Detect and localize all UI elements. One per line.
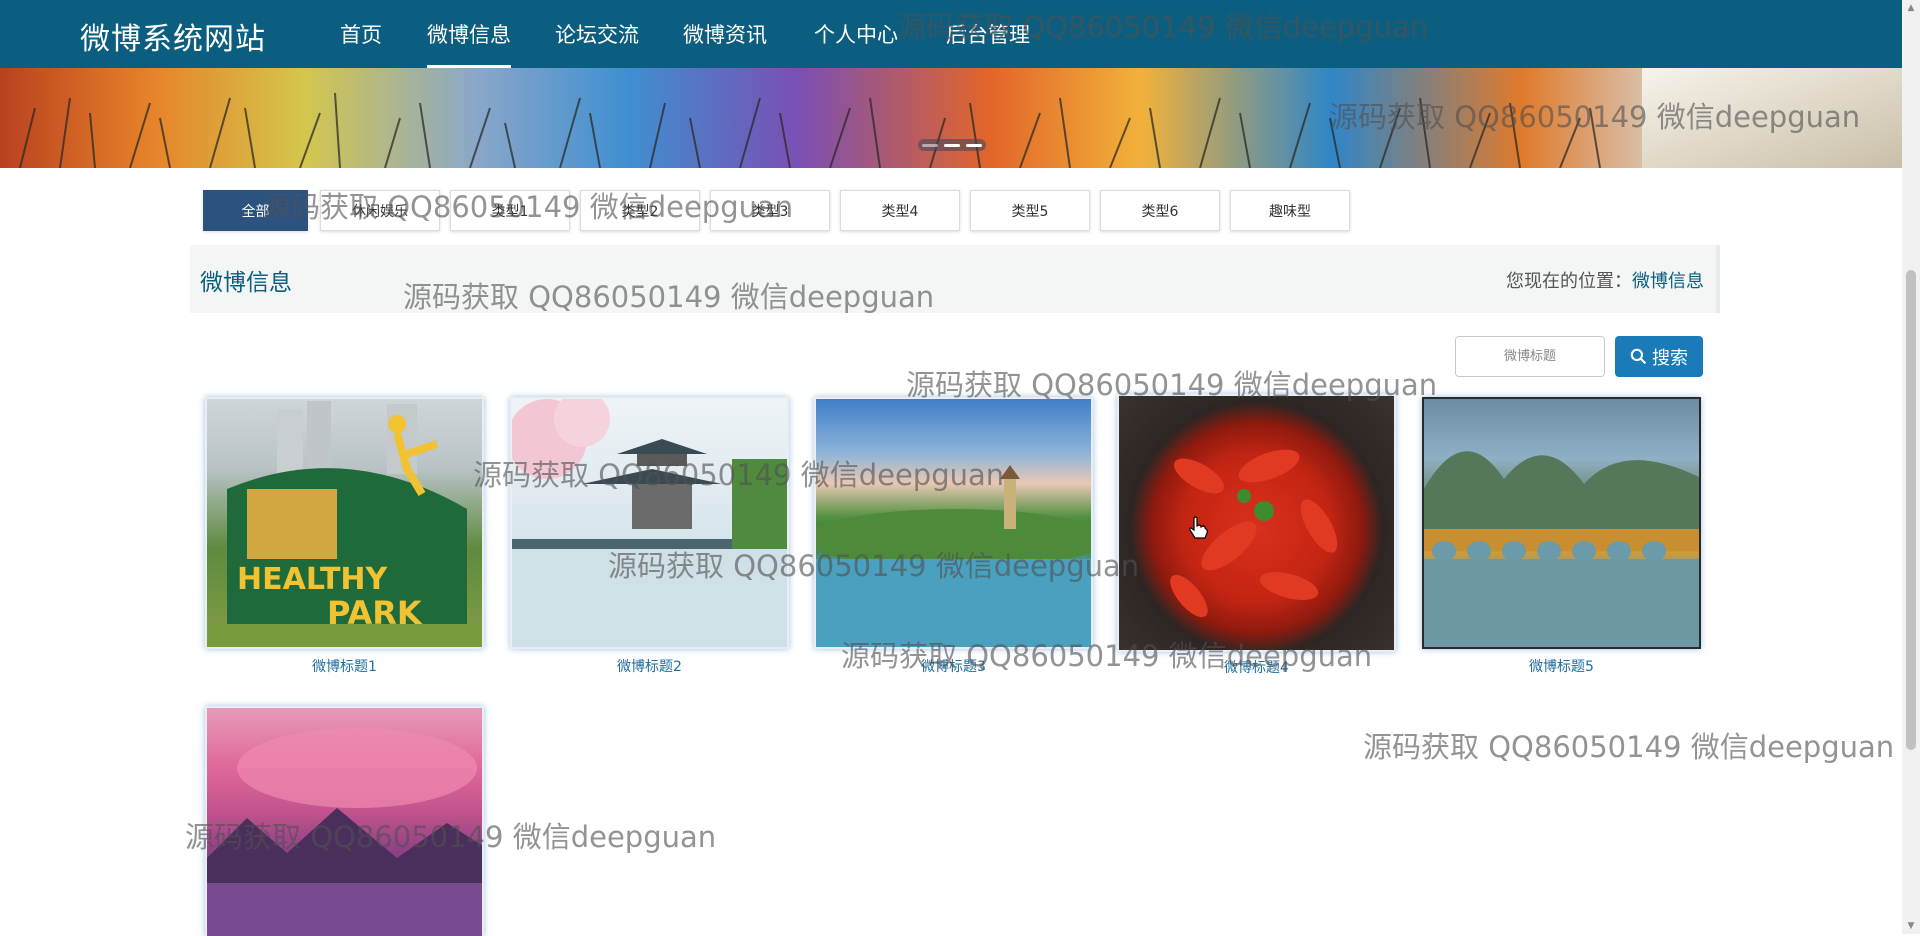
stone-bridge-image (1424, 399, 1701, 649)
carousel-dot-3[interactable] (966, 144, 982, 147)
carousel-indicators (918, 139, 986, 151)
section-header: 微博信息 您现在的位置：微博信息 (190, 245, 1720, 313)
breadcrumb: 您现在的位置：微博信息 (1506, 267, 1704, 293)
card-title[interactable]: 微博标题2 (510, 656, 789, 676)
card-image[interactable] (1422, 397, 1701, 649)
search-button[interactable]: 搜索 (1615, 336, 1703, 377)
scroll-down-icon[interactable]: ▼ (1902, 918, 1920, 934)
hand-cursor-icon (1188, 516, 1208, 540)
top-navbar: 微博系统网站 首页 微博信息 论坛交流 微博资讯 个人中心 后台管理 (0, 0, 1902, 68)
nav-item-forum[interactable]: 论坛交流 (555, 19, 639, 49)
carousel-dot-2[interactable] (944, 144, 960, 147)
category-tab-leisure[interactable]: 休闲娱乐 (320, 190, 440, 231)
card-title[interactable]: 微博标题5 (1422, 656, 1701, 676)
category-tab-fun[interactable]: 趣味型 (1230, 190, 1350, 231)
site-brand[interactable]: 微博系统网站 (80, 14, 266, 58)
search-icon (1630, 348, 1647, 365)
banner-book-image (1642, 68, 1902, 168)
breadcrumb-current[interactable]: 微博信息 (1632, 271, 1704, 292)
scrollbar-thumb[interactable] (1906, 270, 1916, 750)
category-tab-type5[interactable]: 类型5 (970, 190, 1090, 231)
crayfish-dish-image (1119, 396, 1396, 652)
category-tab-type3[interactable]: 类型3 (710, 190, 830, 231)
carousel-dot-1[interactable] (922, 144, 938, 147)
banner-grass-image (0, 68, 1902, 168)
breadcrumb-prefix: 您现在的位置： (1506, 271, 1632, 292)
nav-item-news[interactable]: 微博资讯 (683, 19, 767, 49)
watermark-text: 源码获取 QQ86050149 微信deepguan (1363, 724, 1894, 766)
card-image[interactable]: HEALTHY PARK (205, 397, 484, 649)
category-tab-all[interactable]: 全部 (203, 190, 308, 231)
nav-item-user-center[interactable]: 个人中心 (814, 19, 898, 49)
sunset-lake-image (207, 708, 484, 936)
category-tab-type1[interactable]: 类型1 (450, 190, 570, 231)
pavilion-lake-image (512, 399, 789, 649)
card-image[interactable] (205, 706, 484, 936)
category-tab-type4[interactable]: 类型4 (840, 190, 960, 231)
park-sign-image: HEALTHY PARK (207, 399, 484, 649)
nav-item-weibo-info[interactable]: 微博信息 (427, 19, 511, 49)
card-title[interactable]: 微博标题1 (205, 656, 484, 676)
banner-carousel[interactable] (0, 68, 1902, 168)
card-title[interactable]: 微博标题3 (814, 656, 1093, 676)
nav-item-admin[interactable]: 后台管理 (946, 19, 1030, 49)
scroll-up-icon[interactable]: ▲ (1902, 0, 1920, 16)
nav-item-home[interactable]: 首页 (340, 19, 382, 49)
card-image[interactable] (1117, 394, 1396, 652)
search-button-label: 搜索 (1652, 344, 1688, 370)
lake-pagoda-image (816, 399, 1093, 649)
search-input[interactable] (1455, 336, 1605, 377)
category-tab-type2[interactable]: 类型2 (580, 190, 700, 231)
card-image[interactable] (510, 397, 789, 649)
page-title: 微博信息 (200, 263, 292, 297)
category-tab-type6[interactable]: 类型6 (1100, 190, 1220, 231)
svg-text:HEALTHY: HEALTHY (237, 562, 389, 597)
card-image[interactable] (814, 397, 1093, 649)
card-title[interactable]: 微博标题4 (1117, 657, 1396, 677)
